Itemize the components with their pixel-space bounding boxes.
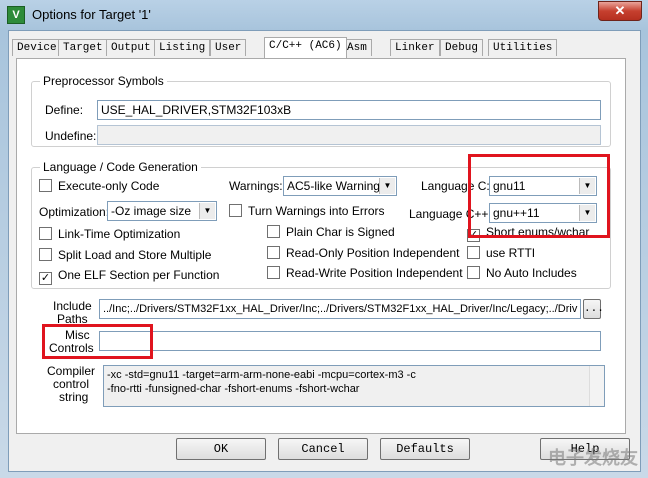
tab-output[interactable]: Output (106, 39, 156, 56)
highlight-misc-box (42, 324, 153, 359)
use-rtti-label: use RTTI (486, 246, 536, 260)
turn-warnings-checkbox[interactable]: Turn Warnings into Errors (229, 204, 384, 218)
no-auto-includes-checkbox[interactable]: No Auto Includes (467, 266, 577, 280)
tab-listing[interactable]: Listing (154, 39, 211, 56)
turn-warnings-label: Turn Warnings into Errors (248, 204, 385, 218)
keil-uv-icon: V (7, 6, 25, 24)
include-browse-button[interactable]: ... (583, 299, 604, 319)
define-input[interactable]: USE_HAL_DRIVER,STM32F103xB (97, 100, 601, 120)
include-label-line1: Include (53, 299, 92, 313)
undefine-input[interactable] (97, 125, 601, 145)
split-load-checkbox[interactable]: Split Load and Store Multiple (39, 248, 211, 262)
tab-user[interactable]: User (210, 39, 247, 56)
compiler-scrollbar[interactable] (589, 366, 604, 406)
compiler-control-string[interactable]: -xc -std=gnu11 -target=arm-arm-none-eabi… (103, 365, 605, 407)
include-paths-input[interactable]: ../Inc;../Drivers/STM32F1xx_HAL_Driver/I… (99, 299, 581, 319)
watermark: 电子发烧友 (548, 448, 638, 469)
one-elf-label: One ELF Section per Function (58, 268, 220, 282)
tab-target[interactable]: Target (58, 39, 108, 56)
title-bar: V Options for Target '1' ✕ (0, 0, 648, 30)
tab-cpp-ac6[interactable]: C/C++ (AC6) (264, 37, 347, 58)
ok-button[interactable]: OK (176, 438, 266, 460)
execute-only-label: Execute-only Code (58, 179, 160, 193)
tab-linker[interactable]: Linker (390, 39, 440, 56)
lto-label: Link-Time Optimization (58, 227, 181, 241)
split-load-box[interactable] (39, 248, 52, 261)
compiler-control-line1: -xc -std=gnu11 -target=arm-arm-none-eabi… (107, 369, 416, 381)
compiler-label-line1: Compiler (47, 364, 96, 378)
warnings-value: AC5-like Warnings (287, 179, 386, 193)
compiler-label-line2: control (53, 377, 90, 391)
define-label: Define: (45, 103, 84, 117)
optimization-select[interactable]: -Oz image size ▼ (107, 201, 217, 221)
options-dialog: V Options for Target '1' ✕ Device Target… (0, 0, 648, 478)
misc-controls-input[interactable] (99, 331, 601, 351)
tab-utilities[interactable]: Utilities (488, 39, 558, 56)
use-rtti-checkbox[interactable]: use RTTI (467, 246, 535, 260)
plain-char-box[interactable] (267, 225, 280, 238)
optimization-label: Optimization: (39, 205, 110, 219)
no-auto-includes-label: No Auto Includes (486, 266, 577, 280)
warnings-select[interactable]: AC5-like Warnings ▼ (283, 176, 397, 196)
rw-pi-label: Read-Write Position Independent (286, 266, 463, 280)
use-rtti-box[interactable] (467, 246, 480, 259)
execute-only-checkbox[interactable]: Execute-only Code (39, 179, 159, 193)
execute-only-box[interactable] (39, 179, 52, 192)
tab-device[interactable]: Device (12, 39, 62, 56)
undefine-label: Undefine: (45, 129, 97, 143)
one-elf-checkbox[interactable]: ✓ One ELF Section per Function (39, 268, 220, 285)
no-auto-includes-box[interactable] (467, 266, 480, 279)
close-button[interactable]: ✕ (598, 1, 642, 21)
plain-char-label: Plain Char is Signed (286, 225, 395, 239)
chevron-down-icon[interactable]: ▼ (199, 203, 215, 219)
tab-debug[interactable]: Debug (440, 39, 484, 56)
preprocessor-group-title: Preprocessor Symbols (40, 74, 167, 88)
cpp-options-panel: Preprocessor Symbols Define: USE_HAL_DRI… (16, 58, 626, 434)
split-load-label: Split Load and Store Multiple (58, 248, 212, 262)
warnings-label: Warnings: (229, 179, 283, 193)
ro-pi-checkbox[interactable]: Read-Only Position Independent (267, 246, 459, 260)
rw-pi-checkbox[interactable]: Read-Write Position Independent (267, 266, 463, 280)
ro-pi-box[interactable] (267, 246, 280, 259)
lto-box[interactable] (39, 227, 52, 240)
language-group-title: Language / Code Generation (40, 160, 201, 174)
compiler-label-line3: string (59, 390, 89, 404)
turn-warnings-box[interactable] (229, 204, 242, 217)
defaults-button[interactable]: Defaults (380, 438, 470, 460)
lto-checkbox[interactable]: Link-Time Optimization (39, 227, 180, 241)
rw-pi-box[interactable] (267, 266, 280, 279)
compiler-control-line2: -fno-rtti -funsigned-char -fshort-enums … (107, 383, 360, 395)
chevron-down-icon[interactable]: ▼ (379, 178, 395, 194)
window-title: Options for Target '1' (32, 7, 151, 22)
highlight-language-box (468, 154, 610, 238)
cancel-button[interactable]: Cancel (278, 438, 368, 460)
ro-pi-label: Read-Only Position Independent (286, 246, 460, 260)
optimization-value: -Oz image size (111, 204, 192, 218)
one-elf-box[interactable]: ✓ (39, 272, 52, 285)
plain-char-checkbox[interactable]: Plain Char is Signed (267, 225, 395, 239)
